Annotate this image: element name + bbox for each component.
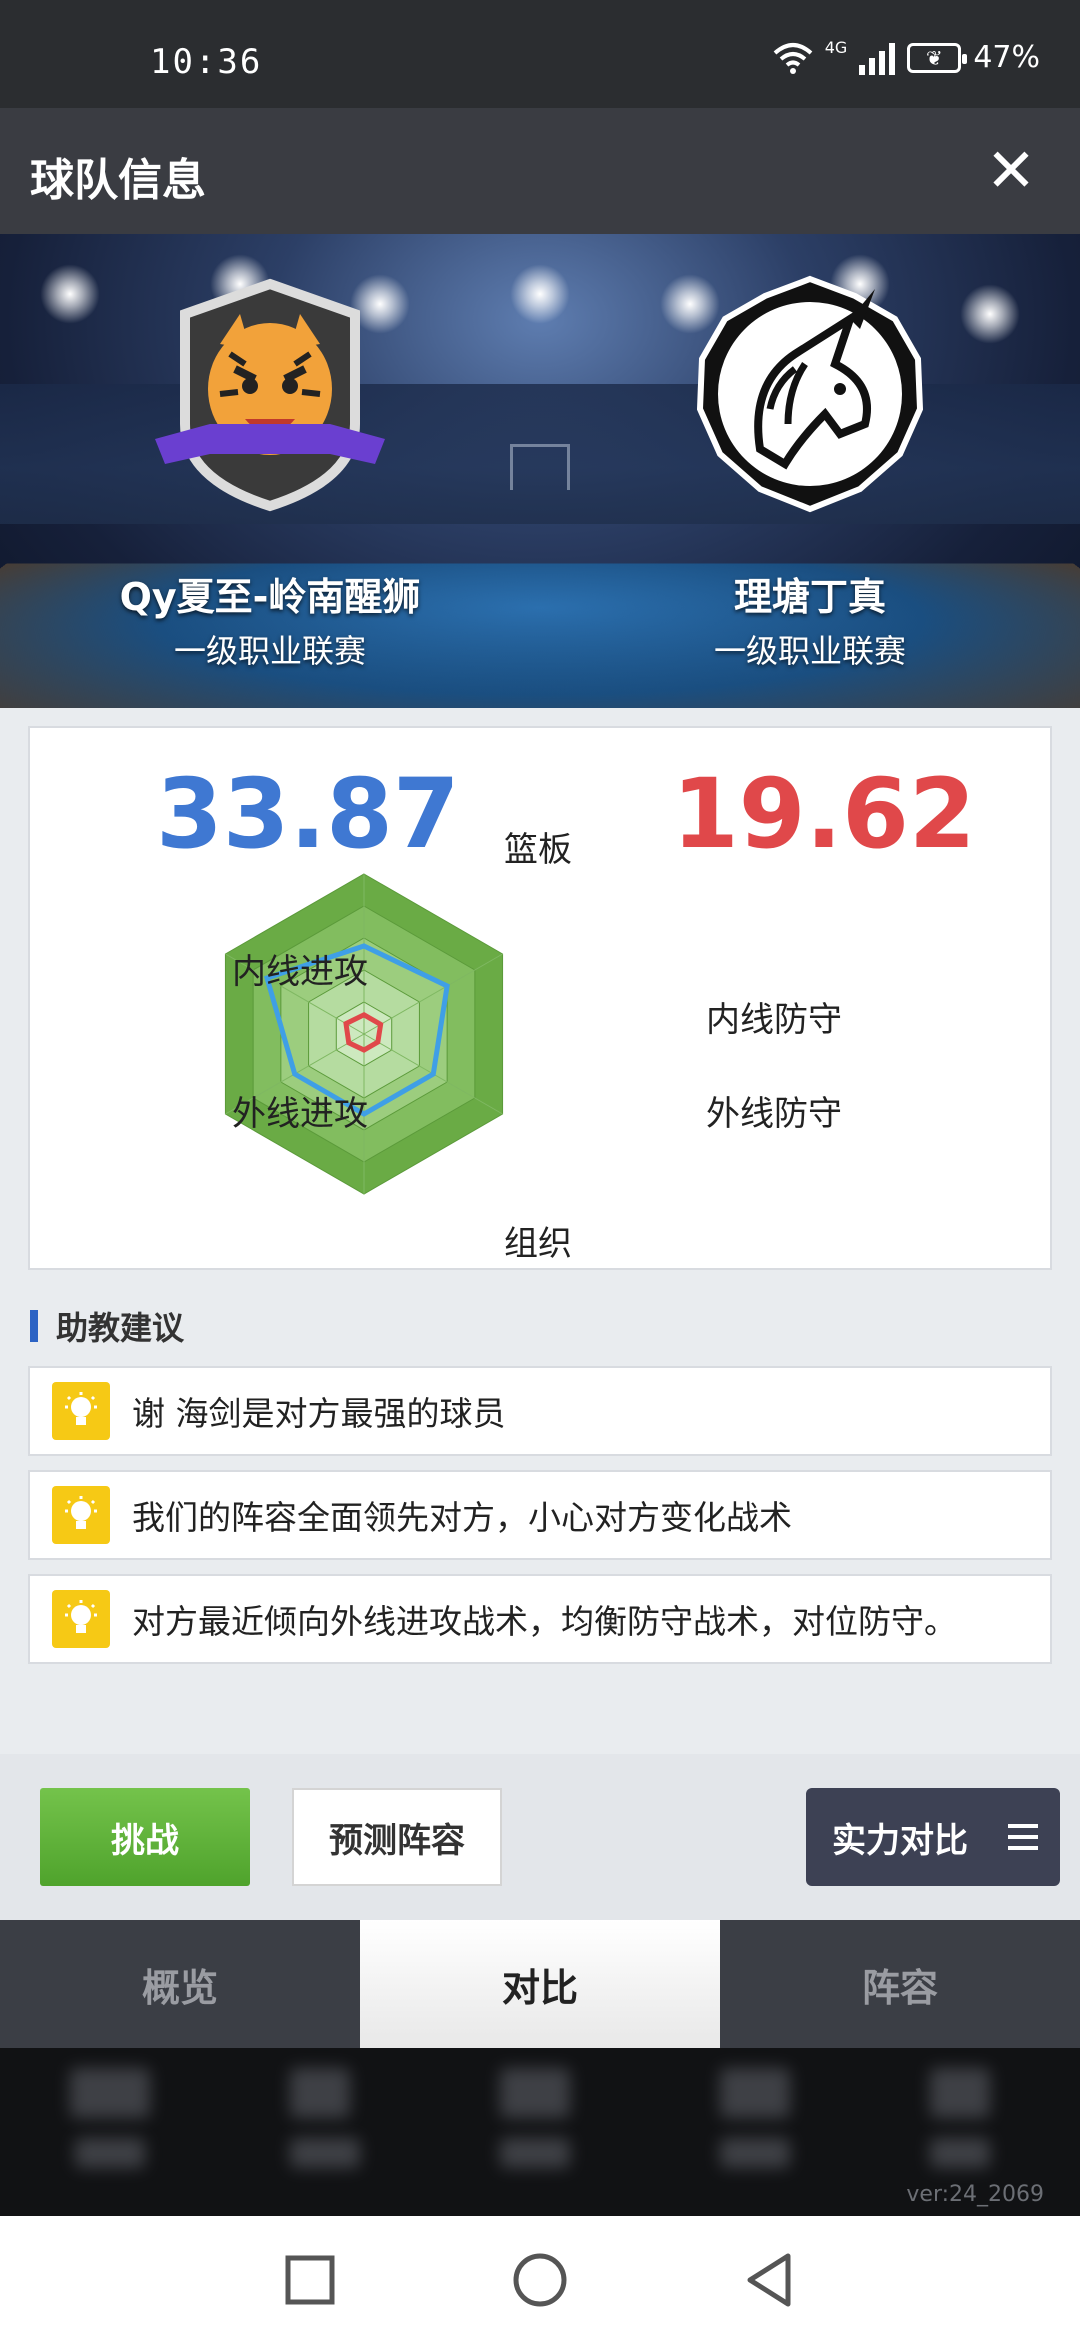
strength-compare-card: 33.87 19.62 篮板 内线防守 外线防守 组织 外线进攻 内线进攻 xyxy=(28,726,1052,1270)
signal-icon xyxy=(859,41,896,75)
team-banner: Qy夏至-岭南醒狮 一级职业联赛 理塘丁真 一级职业联赛 xyxy=(0,234,1080,708)
battery-icon: ❦ xyxy=(907,42,968,73)
battery-percent: 47% xyxy=(973,40,1040,75)
advice-item: 我们的阵容全面领先对方，小心对方变化战术 xyxy=(28,1470,1052,1560)
network-type: 4G xyxy=(824,38,848,57)
menu-icon xyxy=(1008,1824,1038,1850)
home-team: Qy夏至-岭南醒狮 一级职业联赛 xyxy=(70,234,470,708)
radar-axis-inside-offense: 内线进攻 xyxy=(232,952,368,992)
radar-axis-outside-defense: 外线防守 xyxy=(706,1094,842,1134)
strength-compare-button[interactable]: 实力对比 xyxy=(806,1788,1060,1886)
radar-chart xyxy=(224,873,504,1195)
section-marker xyxy=(30,1310,38,1342)
home-button[interactable] xyxy=(510,2250,570,2310)
title-bar: 球队信息 ✕ xyxy=(0,108,1080,234)
back-button[interactable] xyxy=(740,2250,800,2310)
tab-lineup[interactable]: 阵容 xyxy=(720,1920,1080,2048)
page-title: 球队信息 xyxy=(30,155,206,206)
radar-axis-inside-defense: 内线防守 xyxy=(706,1000,842,1040)
tab-compare[interactable]: 对比 xyxy=(360,1920,720,2048)
advice-text: 我们的阵容全面领先对方，小心对方变化战术 xyxy=(132,1498,792,1537)
advice-text: 谢 海剑是对方最强的球员 xyxy=(132,1394,506,1433)
radar-axis-outside-offense: 外线进攻 xyxy=(232,1094,368,1134)
action-bar: 挑战 预测阵容 实力对比 xyxy=(0,1754,1080,1920)
advice-item: 谢 海剑是对方最强的球员 xyxy=(28,1366,1052,1456)
away-team: 理塘丁真 一级职业联赛 xyxy=(610,234,1010,708)
status-bar: 10:36 4G ❦ 47% xyxy=(0,0,1080,108)
advice-item: 对方最近倾向外线进攻战术，均衡防守战术，对位防守。 xyxy=(28,1574,1052,1664)
version-label: ver:24_2069 xyxy=(906,2182,1044,2207)
lightbulb-icon xyxy=(52,1486,110,1544)
basketball-hoop xyxy=(510,444,570,490)
strength-compare-label: 实力对比 xyxy=(832,1820,968,1861)
lightbulb-icon xyxy=(52,1382,110,1440)
away-team-league: 一级职业联赛 xyxy=(713,632,906,670)
radar-axis-rebound: 篮板 xyxy=(504,830,572,870)
predict-lineup-button[interactable]: 预测阵容 xyxy=(292,1788,502,1886)
status-icons: 4G ❦ 47% xyxy=(773,38,1040,75)
challenge-button[interactable]: 挑战 xyxy=(40,1788,250,1886)
tab-overview[interactable]: 概览 xyxy=(0,1920,360,2048)
away-team-name: 理塘丁真 xyxy=(733,575,886,619)
radar-axis-playmaking: 组织 xyxy=(504,1224,572,1264)
advice-title: 助教建议 xyxy=(56,1309,185,1347)
bottom-tabs: 概览 对比 阵容 xyxy=(0,1920,1080,2048)
wifi-icon xyxy=(773,42,813,74)
arena-light xyxy=(510,264,570,324)
unicorn-logo xyxy=(696,275,924,513)
system-nav-bar xyxy=(0,2216,1080,2340)
close-icon: ✕ xyxy=(985,136,1037,206)
advice-header: 助教建议 xyxy=(30,1308,184,1347)
lightbulb-icon xyxy=(52,1590,110,1648)
advice-text: 对方最近倾向外线进攻战术，均衡防守战术，对位防守。 xyxy=(132,1602,957,1641)
status-time: 10:36 xyxy=(150,42,263,82)
home-team-name: Qy夏至-岭南醒狮 xyxy=(119,575,421,619)
recent-apps-button[interactable] xyxy=(280,2250,340,2310)
tiger-logo xyxy=(155,278,385,512)
close-button[interactable]: ✕ xyxy=(978,136,1044,206)
home-team-league: 一级职业联赛 xyxy=(173,632,366,670)
